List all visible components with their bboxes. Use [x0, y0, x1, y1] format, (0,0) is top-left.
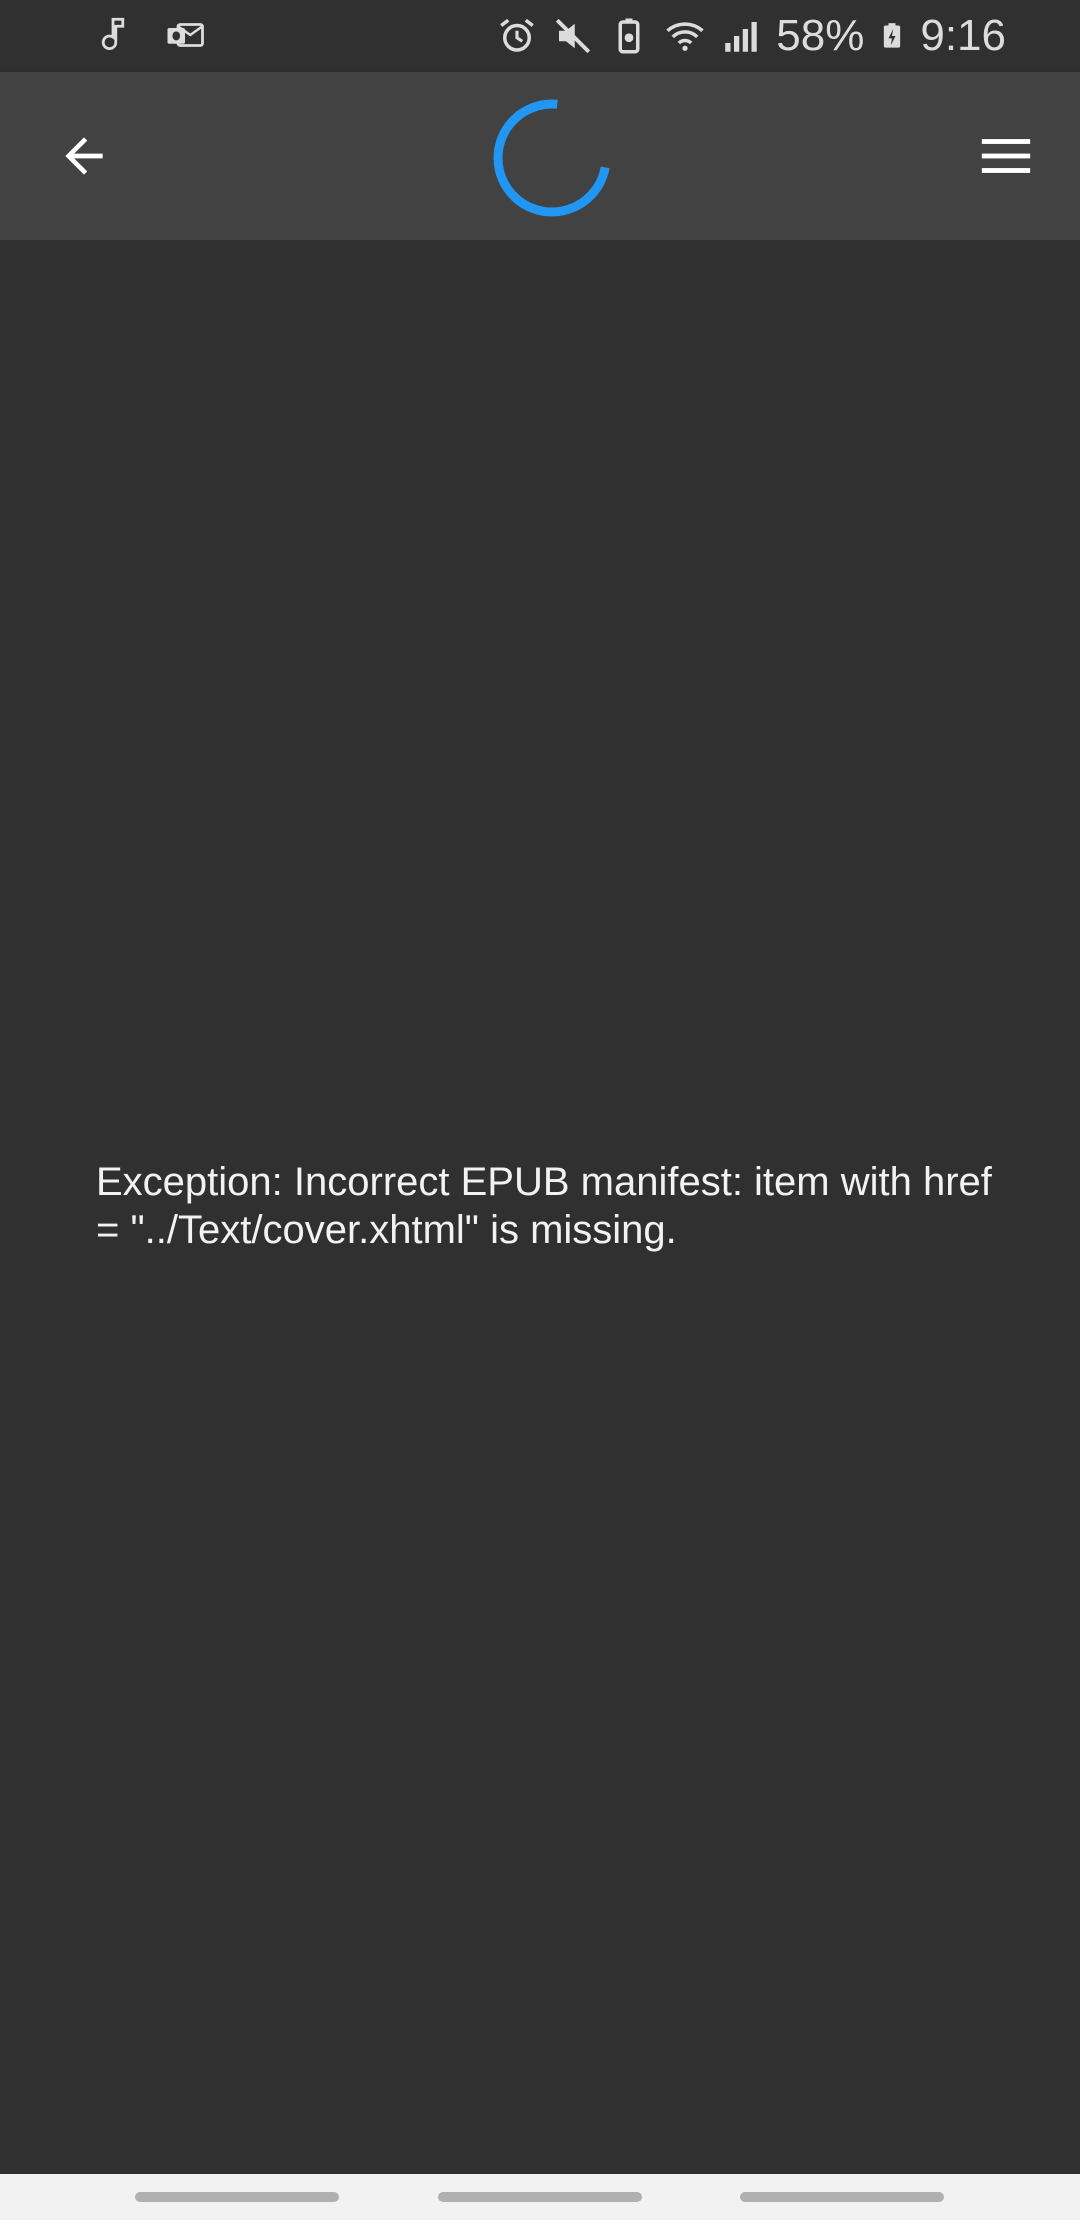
battery-saver-icon	[618, 18, 640, 54]
signal-icon	[725, 22, 758, 52]
battery-percentage: 58%	[776, 11, 865, 60]
wifi-icon	[666, 22, 704, 51]
loading-spinner	[493, 99, 611, 217]
nav-home-button[interactable]	[438, 2192, 642, 2202]
app-bar	[0, 72, 1080, 240]
nav-back-button[interactable]	[740, 2192, 944, 2202]
screen: 58% 9:16 Exception: Incorrect EPUB manif…	[0, 0, 1080, 2220]
menu-button[interactable]	[962, 112, 1050, 200]
music-note-icon	[101, 17, 125, 51]
back-button[interactable]	[40, 112, 128, 200]
status-right-icons: 58% 9:16	[496, 10, 1006, 62]
alarm-icon	[500, 18, 535, 52]
navigation-bar	[0, 2174, 1080, 2220]
hamburger-menu-icon	[981, 139, 1031, 173]
error-message: Exception: Incorrect EPUB manifest: item…	[96, 1160, 992, 1252]
battery-charging-icon	[884, 23, 901, 48]
status-time: 9:16	[920, 11, 1006, 60]
nav-recents-button[interactable]	[135, 2192, 339, 2202]
arrow-back-icon	[65, 137, 103, 175]
outlook-icon	[167, 23, 204, 47]
status-bar: 58% 9:16	[0, 0, 1080, 72]
mute-icon	[556, 18, 591, 54]
reader-content: Exception: Incorrect EPUB manifest: item…	[0, 240, 1080, 2174]
status-left-icons	[92, 14, 206, 56]
